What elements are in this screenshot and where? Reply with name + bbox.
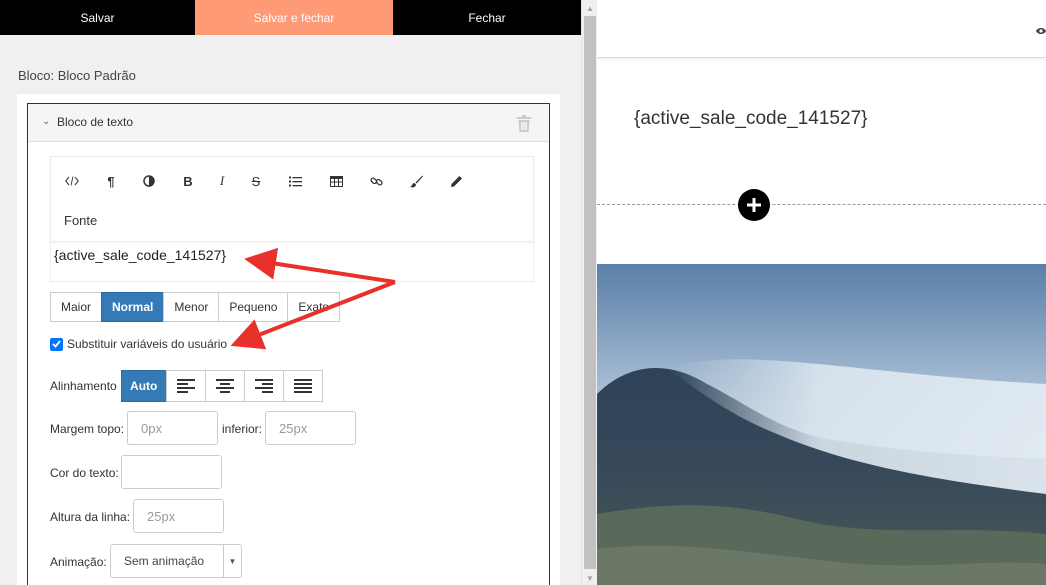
paragraph-icon[interactable]: ¶ — [99, 171, 123, 191]
size-normal-button[interactable]: Normal — [101, 292, 165, 322]
size-maior-button[interactable]: Maior — [50, 292, 103, 322]
align-justify-button[interactable] — [282, 370, 323, 402]
preview-text[interactable]: {active_sale_code_141527} — [634, 108, 867, 130]
close-button[interactable]: Fechar — [393, 0, 581, 35]
bold-icon[interactable]: B — [176, 171, 200, 191]
animation-label: Animação: — [50, 555, 107, 569]
pencil-icon[interactable] — [444, 171, 468, 191]
font-menu[interactable]: Fonte — [64, 213, 97, 228]
editor-toolbar: ¶ B I S Fonte — [50, 156, 534, 242]
brush-icon[interactable] — [404, 171, 428, 191]
align-center-icon — [215, 379, 234, 393]
align-left-button[interactable] — [165, 370, 206, 402]
alignment-label: Alinhamento — [50, 379, 117, 393]
size-pequeno-button[interactable]: Pequeno — [218, 292, 289, 322]
align-right-button[interactable] — [243, 370, 284, 402]
preview-panel: {active_sale_code_141527} — [597, 0, 1046, 585]
animation-select[interactable]: Sem animação ▼ — [110, 544, 242, 578]
list-icon[interactable] — [283, 171, 307, 191]
text-color-label: Cor do texto: — [50, 466, 119, 480]
margin-bottom-input[interactable]: 25px — [265, 411, 356, 445]
plus-icon — [747, 198, 761, 212]
line-height-input[interactable]: 25px — [133, 499, 224, 533]
scroll-thumb[interactable] — [584, 16, 596, 569]
eye-icon[interactable] — [1036, 26, 1046, 39]
table-icon[interactable] — [324, 171, 348, 191]
caret-down-icon[interactable]: ▼ — [223, 545, 241, 577]
align-right-icon — [254, 379, 273, 393]
action-bar: Salvar Salvar e fechar Fechar — [0, 0, 581, 35]
editor-panel: Salvar Salvar e fechar Fechar Bloco: Blo… — [0, 0, 581, 585]
text-editor[interactable]: {active_sale_code_141527} — [50, 242, 534, 282]
text-block-panel: ⌄ Bloco de texto ¶ B I S Fonte {active_s… — [27, 103, 550, 585]
text-block-header[interactable]: ⌄ Bloco de texto — [28, 104, 549, 142]
align-center-button[interactable] — [204, 370, 245, 402]
text-color-input[interactable] — [121, 455, 222, 489]
save-and-close-button[interactable]: Salvar e fechar — [195, 0, 393, 35]
trash-icon[interactable] — [517, 115, 531, 135]
italic-icon[interactable]: I — [210, 171, 234, 191]
size-exato-button[interactable]: Exato — [287, 292, 341, 322]
mountain-image — [597, 264, 1046, 585]
scrollbar[interactable]: ▲ ▼ — [581, 0, 597, 585]
margin-bottom-label: inferior: — [222, 422, 263, 436]
save-button[interactable]: Salvar — [0, 0, 195, 35]
preview-header — [597, 0, 1046, 58]
alignment-row: Alinhamento Auto — [50, 370, 323, 402]
contrast-icon[interactable] — [137, 171, 161, 191]
scroll-down-icon[interactable]: ▼ — [586, 574, 594, 583]
link-icon[interactable] — [364, 171, 388, 191]
substitute-variables-option: Substituir variáveis do usuário — [50, 337, 227, 351]
text-block-title: Bloco de texto — [57, 115, 134, 129]
block-divider — [597, 204, 1046, 205]
substitute-variables-label[interactable]: Substituir variáveis do usuário — [67, 337, 227, 351]
align-justify-icon — [293, 379, 312, 393]
block-title: Bloco: Bloco Padrão — [18, 68, 136, 83]
add-block-button[interactable] — [738, 189, 770, 221]
margin-top-input[interactable]: 0px — [127, 411, 218, 445]
align-left-icon — [176, 379, 195, 393]
strikethrough-icon[interactable]: S — [244, 171, 268, 191]
margin-top-label: Margem topo: — [50, 422, 125, 436]
size-menor-button[interactable]: Menor — [163, 292, 220, 322]
text-size-group: Maior Normal Menor Pequeno Exato — [50, 292, 341, 322]
substitute-variables-checkbox[interactable] — [50, 337, 63, 351]
line-height-label: Altura da linha: — [50, 510, 131, 524]
chevron-down-icon[interactable]: ⌄ — [42, 116, 50, 127]
block-card: ⌄ Bloco de texto ¶ B I S Fonte {active_s… — [17, 94, 560, 585]
align-auto-button[interactable]: Auto — [120, 370, 167, 402]
animation-selected: Sem animação — [124, 554, 205, 568]
scroll-up-icon[interactable]: ▲ — [586, 4, 594, 13]
code-icon[interactable] — [60, 171, 84, 191]
